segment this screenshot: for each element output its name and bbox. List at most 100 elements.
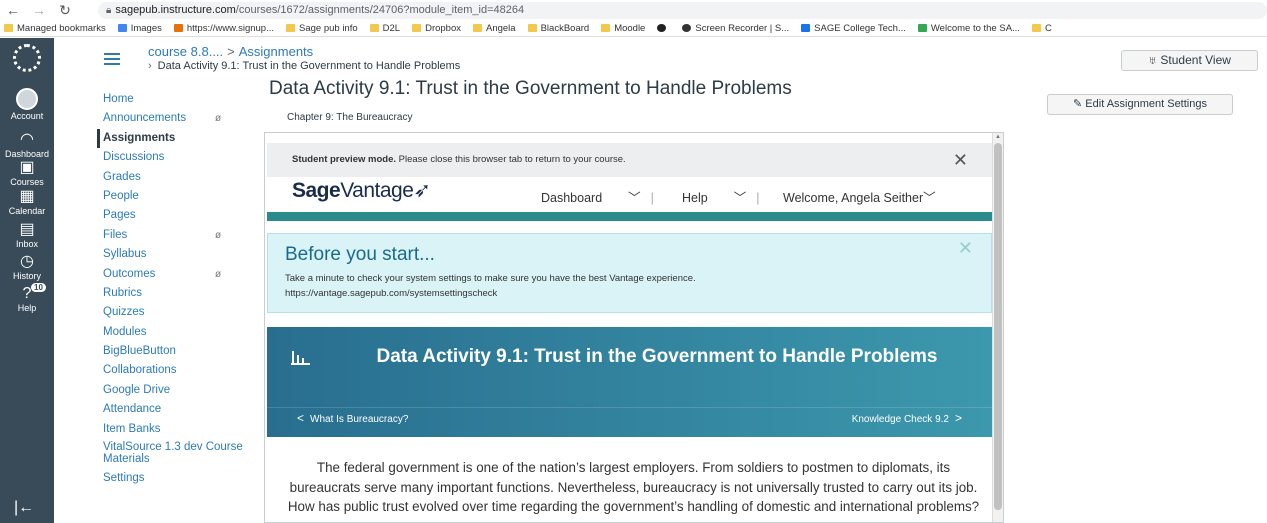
- reload-icon[interactable]: ↻: [56, 2, 74, 19]
- breadcrumb-current-label: Data Activity 9.1: Trust in the Governme…: [157, 60, 461, 72]
- global-nav-help[interactable]: ? 10 Help: [0, 283, 54, 313]
- global-nav-courses[interactable]: ▣ Courses: [0, 160, 54, 188]
- bookmark-item[interactable]: Screen Recorder | S...: [682, 23, 789, 34]
- global-nav-label: Courses: [10, 177, 44, 187]
- course-nav-item[interactable]: Settings: [97, 469, 247, 488]
- canvas-logo-icon[interactable]: [13, 44, 41, 72]
- url-path: /courses/1672/assignments/24706?module_i…: [235, 4, 525, 16]
- course-nav-item[interactable]: VitalSource 1.3 dev Course Materials: [97, 439, 247, 469]
- sage-vantage-logo[interactable]: SageVantage➶: [292, 178, 431, 203]
- activity-hero: Data Activity 9.1: Trust in the Governme…: [267, 327, 992, 437]
- nav-dashboard[interactable]: Dashboard ﹀ |: [541, 187, 654, 206]
- course-nav-item[interactable]: Assignments: [97, 128, 247, 149]
- global-nav-history[interactable]: ◷ History: [0, 254, 54, 282]
- nav-help-label: Help: [682, 191, 708, 205]
- course-nav-label: Assignments: [103, 131, 176, 144]
- global-nav-account[interactable]: Account: [0, 88, 54, 121]
- previous-link[interactable]: < What Is Bureaucracy?: [291, 411, 408, 425]
- hamburger-menu-icon[interactable]: [104, 53, 120, 65]
- course-nav-label: Pages: [103, 209, 136, 222]
- global-nav-inbox[interactable]: ▤ Inbox: [0, 222, 54, 250]
- hidden-eye-icon: ø: [215, 268, 222, 280]
- vantage-iframe[interactable]: Student preview mode. Please close this …: [264, 132, 1004, 523]
- close-icon[interactable]: ✕: [958, 238, 973, 259]
- breadcrumb-assignments-link[interactable]: Assignments: [239, 44, 313, 59]
- global-nav-dashboard[interactable]: ◠ Dashboard: [0, 132, 54, 160]
- close-icon[interactable]: ✕: [953, 143, 968, 177]
- bookmark-item[interactable]: Sage pub info: [286, 23, 358, 34]
- folder-icon: [369, 24, 379, 32]
- course-nav-label: Rubrics: [103, 286, 142, 299]
- course-nav-label: BigBlueButton: [103, 345, 176, 358]
- address-bar[interactable]: 🔒︎ sagepub.instructure.com/courses/1672/a…: [98, 2, 1267, 19]
- forward-arrow-icon[interactable]: →: [30, 2, 48, 18]
- bookmark-label: Dropbox: [425, 22, 461, 34]
- github-icon: [657, 24, 667, 32]
- sage-s-icon: [917, 24, 927, 32]
- avatar: [16, 88, 38, 110]
- next-link[interactable]: Knowledge Check 9.2 >: [852, 411, 968, 425]
- bookmark-item[interactable]: Dropbox: [412, 23, 461, 34]
- course-nav-item[interactable]: Collaborations: [97, 361, 247, 380]
- global-nav-label: Inbox: [15, 239, 39, 249]
- course-nav-label: VitalSource 1.3 dev Course Materials: [103, 441, 243, 466]
- bookmark-item[interactable]: D2L: [369, 23, 400, 34]
- bookmark-label: Managed bookmarks: [17, 22, 106, 34]
- iframe-scrollbar[interactable]: ▲: [992, 133, 1003, 522]
- collapse-nav-icon[interactable]: |←: [14, 499, 34, 517]
- nav-help[interactable]: Help ﹀ |: [682, 187, 759, 206]
- course-nav-item[interactable]: Home: [97, 90, 247, 109]
- course-nav-item[interactable]: Grades: [97, 168, 247, 187]
- course-nav-item[interactable]: Discussions: [97, 148, 247, 167]
- course-nav-item[interactable]: Attendance: [97, 400, 247, 419]
- course-nav-item[interactable]: Google Drive: [97, 381, 247, 400]
- calendar-icon: ▦: [19, 188, 35, 205]
- chevron-down-icon: ﹀: [733, 191, 747, 205]
- chapter-label: Chapter 9: The Bureaucracy: [287, 112, 413, 123]
- scrollbar-thumb[interactable]: [994, 143, 1002, 510]
- breadcrumb-course-link[interactable]: course 8.8....: [148, 44, 223, 59]
- notification-badge: 10: [31, 283, 46, 292]
- bookmark-item[interactable]: Angela: [473, 23, 516, 34]
- logo-bold: Sage: [292, 179, 341, 202]
- nav-welcome[interactable]: Welcome, Angela Seither﹀: [783, 187, 936, 206]
- course-nav-item[interactable]: Syllabus: [97, 245, 247, 264]
- edit-assignment-settings-button[interactable]: ✎ Edit Assignment Settings: [1047, 94, 1233, 115]
- bookmark-item[interactable]: Moodle: [601, 23, 645, 34]
- student-view-button[interactable]: ♅︎ Student View: [1121, 50, 1258, 71]
- course-nav-item[interactable]: Quizzes: [97, 303, 247, 322]
- course-nav-label: Home: [103, 93, 134, 105]
- url-host: sagepub.instructure.com: [115, 4, 236, 16]
- bookmark-item[interactable]: C: [1031, 23, 1052, 34]
- course-nav-item[interactable]: BigBlueButton: [97, 342, 247, 361]
- bookmark-item[interactable]: BlackBoard: [527, 23, 589, 34]
- course-nav-label: Google Drive: [103, 383, 171, 396]
- course-nav-item[interactable]: People: [97, 187, 247, 206]
- course-nav-item[interactable]: Modules: [97, 323, 247, 342]
- course-nav-item[interactable]: Outcomes ø: [97, 265, 247, 284]
- edit-settings-label: Edit Assignment Settings: [1085, 98, 1207, 110]
- course-nav-item[interactable]: Announcements ø: [97, 109, 247, 128]
- back-arrow-icon[interactable]: ←: [4, 2, 22, 18]
- folder-icon: [473, 24, 482, 32]
- breadcrumb-separator-icon: >: [227, 44, 235, 59]
- bookmark-item[interactable]: SAGE College Tech...: [801, 23, 906, 34]
- bookmark-item[interactable]: https://www.signup...: [173, 23, 274, 34]
- course-nav-item[interactable]: Rubrics: [97, 284, 247, 303]
- bookmark-item[interactable]: Welcome to the SA...: [917, 23, 1020, 34]
- bookmark-item[interactable]: Images: [117, 23, 162, 34]
- bar-chart-icon: [291, 349, 311, 370]
- bookmark-item[interactable]: [657, 24, 670, 32]
- course-nav-item[interactable]: Item Banks: [97, 420, 247, 439]
- bookmark-item[interactable]: Managed bookmarks: [4, 23, 106, 34]
- course-nav-item[interactable]: Files ø: [97, 226, 247, 245]
- global-nav-calendar[interactable]: ▦ Calendar: [0, 188, 54, 217]
- folder-icon: [286, 24, 295, 32]
- global-nav-label: History: [12, 271, 41, 281]
- scroll-up-icon[interactable]: ▲: [995, 134, 1001, 140]
- course-nav-item[interactable]: Pages: [97, 206, 247, 225]
- global-navigation: Account ◠ Dashboard ▣ Courses ▦ Calendar ▤ Inbox…: [0, 38, 54, 523]
- hidden-eye-icon: ø: [215, 113, 222, 125]
- folder-icon: [601, 24, 611, 32]
- bookmark-label: Moodle: [614, 22, 646, 34]
